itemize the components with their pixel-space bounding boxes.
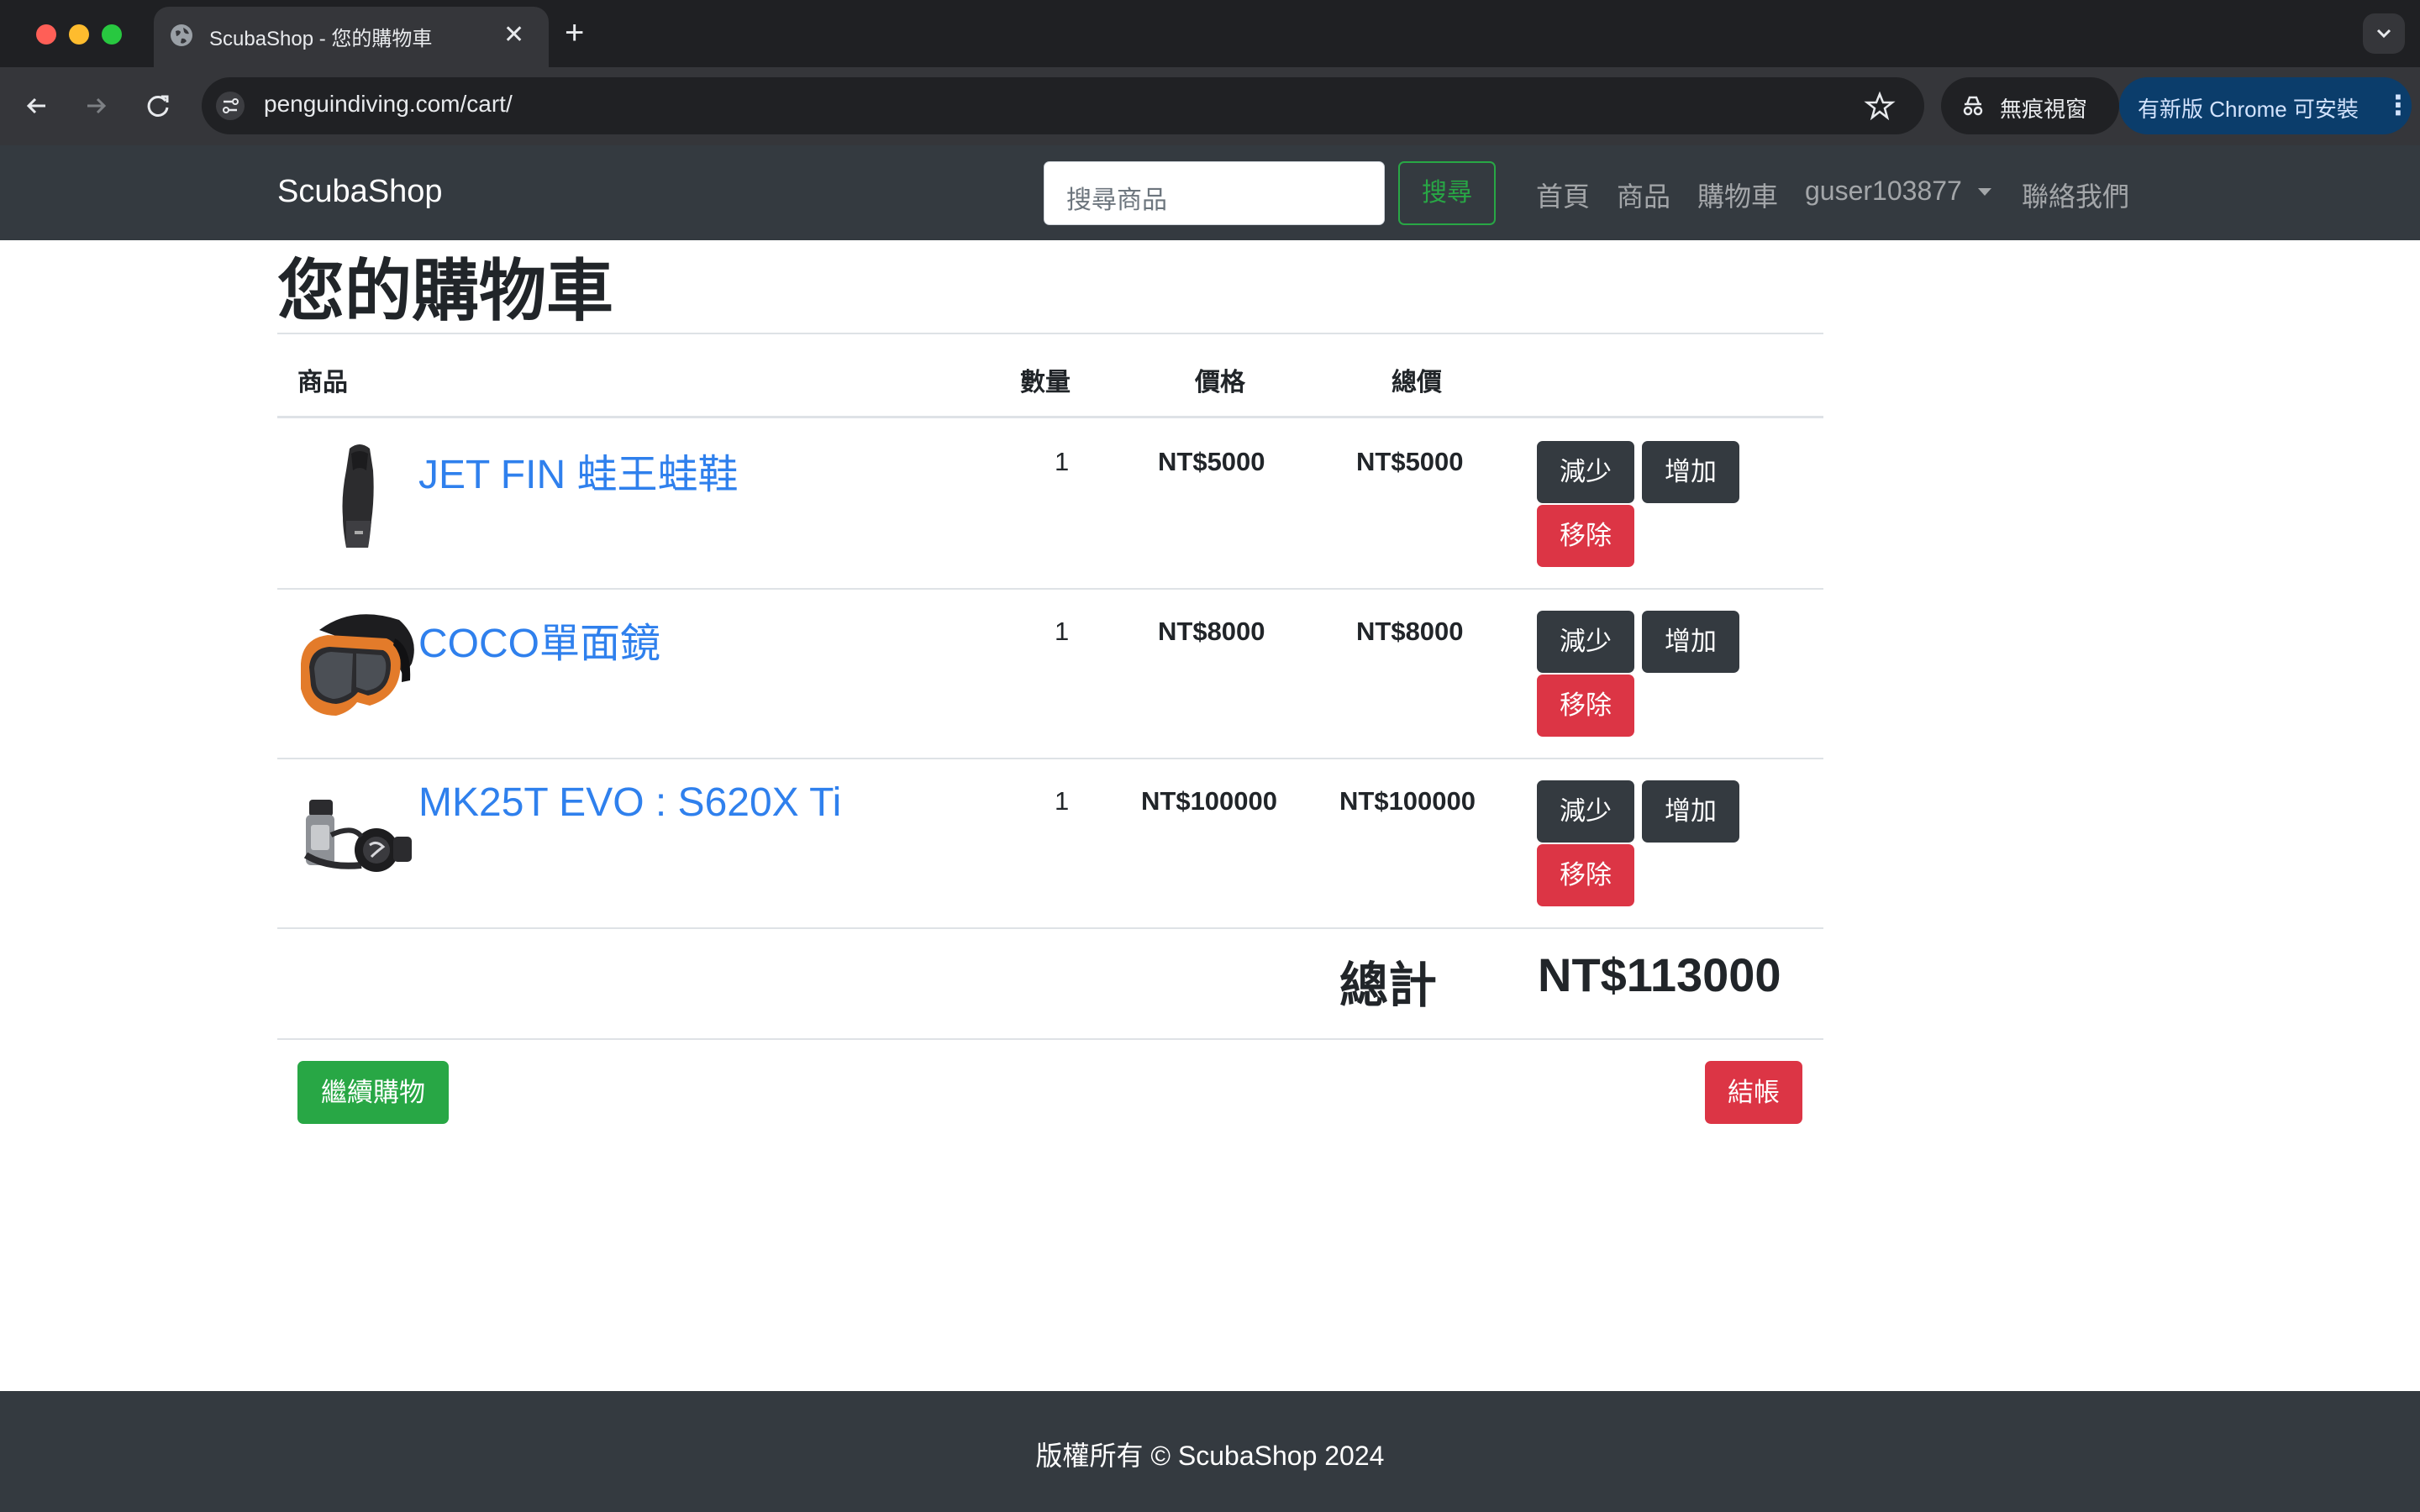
row-divider	[277, 927, 1823, 929]
window-minimize-button[interactable]	[69, 24, 89, 45]
forward-arrow-icon[interactable]	[77, 87, 114, 124]
price-value: NT$5000	[1158, 447, 1265, 476]
window-close-button[interactable]	[36, 24, 56, 45]
tab-search-button[interactable]	[2363, 13, 2405, 54]
tab-strip: ScubaShop - 您的購物車 ✕ +	[0, 0, 2420, 67]
decrease-button[interactable]: 減少	[1537, 441, 1634, 503]
url-text: penguindiving.com/cart/	[264, 91, 513, 117]
header-price: 價格	[1195, 369, 1245, 396]
total-value: NT$113000	[1538, 948, 1781, 1001]
total-divider	[277, 1038, 1823, 1040]
dropdown-caret-icon[interactable]	[1978, 188, 1991, 196]
remove-button[interactable]: 移除	[1537, 844, 1634, 906]
quantity-value: 1	[1055, 447, 1070, 476]
quantity-value: 1	[1055, 786, 1070, 816]
globe-icon	[171, 24, 192, 46]
row-divider	[277, 588, 1823, 590]
price-value: NT$100000	[1141, 786, 1278, 816]
fin-image[interactable]	[294, 437, 420, 563]
address-bar[interactable]: penguindiving.com/cart/	[202, 77, 1924, 134]
table-top-border	[277, 333, 1823, 334]
header-subtotal: 總價	[1392, 369, 1442, 396]
total-label: 總計	[1339, 958, 1438, 1013]
increase-button[interactable]: 增加	[1642, 441, 1739, 503]
search-button[interactable]: 搜尋	[1398, 161, 1496, 225]
page-title: 您的購物車	[277, 254, 613, 328]
price-value: NT$8000	[1158, 617, 1265, 646]
tab-title: ScubaShop - 您的購物車	[209, 28, 433, 50]
continue-shopping-button[interactable]: 繼續購物	[297, 1061, 449, 1124]
quantity-value: 1	[1055, 617, 1070, 646]
reload-icon[interactable]	[139, 87, 176, 124]
nav-link-products[interactable]: 商品	[1617, 176, 1670, 214]
browser-toolbar: penguindiving.com/cart/ 無痕視窗 有新版 Chrome …	[0, 67, 2420, 145]
incognito-indicator[interactable]: 無痕視窗	[1941, 77, 2119, 134]
row-divider	[277, 758, 1823, 759]
nav-link-contact[interactable]: 聯絡我們	[2022, 176, 2129, 214]
regulator-image[interactable]	[294, 774, 420, 900]
plus-icon[interactable]: +	[565, 12, 584, 54]
incognito-label: 無痕視窗	[2000, 97, 2088, 122]
site-navbar: ScubaShop 搜尋商品 搜尋 首頁 商品 購物車 guser103877 …	[0, 145, 2420, 240]
header-product: 商品	[297, 369, 348, 396]
decrease-button[interactable]: 減少	[1537, 780, 1634, 843]
browser-tab[interactable]: ScubaShop - 您的購物車 ✕	[154, 7, 549, 67]
site-info-icon[interactable]	[215, 91, 245, 121]
browser-chrome: ScubaShop - 您的購物車 ✕ + penguindiving.com/…	[0, 0, 2420, 145]
user-dropdown[interactable]: guser103877	[1805, 176, 1962, 207]
nav-link-home[interactable]: 首頁	[1536, 176, 1590, 214]
header-quantity: 數量	[1020, 369, 1071, 396]
subtotal-value: NT$8000	[1356, 617, 1464, 646]
update-label: 有新版 Chrome 可安裝	[2138, 97, 2359, 122]
back-arrow-icon[interactable]	[18, 87, 55, 124]
search-placeholder: 搜尋商品	[1066, 186, 1167, 214]
table-header-border	[277, 416, 1823, 418]
chevron-down-icon	[2376, 29, 2391, 39]
decrease-button[interactable]: 減少	[1537, 611, 1634, 673]
product-link[interactable]: COCO單面鏡	[418, 610, 660, 669]
subtotal-value: NT$100000	[1339, 786, 1476, 816]
remove-button[interactable]: 移除	[1537, 505, 1634, 567]
checkout-button[interactable]: 結帳	[1705, 1061, 1802, 1124]
product-link[interactable]: MK25T EVO : S620X Ti	[418, 780, 841, 826]
mask-image[interactable]	[294, 605, 420, 731]
close-icon[interactable]: ✕	[503, 18, 524, 52]
site-footer: 版權所有 © ScubaShop 2024	[0, 1391, 2420, 1512]
brand-link[interactable]: ScubaShop	[277, 174, 443, 210]
copyright-text: 版權所有 © ScubaShop 2024	[1035, 1441, 1385, 1471]
chrome-update-button[interactable]: 有新版 Chrome 可安裝 ⋮	[2119, 77, 2412, 134]
incognito-icon	[1963, 96, 1983, 116]
subtotal-value: NT$5000	[1356, 447, 1464, 476]
window-maximize-button[interactable]	[102, 24, 122, 45]
increase-button[interactable]: 增加	[1642, 780, 1739, 843]
nav-link-cart[interactable]: 購物車	[1697, 176, 1778, 214]
more-vert-icon[interactable]: ⋮	[2385, 89, 2412, 121]
star-icon[interactable]	[1861, 87, 1898, 124]
product-link[interactable]: JET FIN 蛙王蛙鞋	[418, 441, 738, 500]
remove-button[interactable]: 移除	[1537, 675, 1634, 737]
search-input[interactable]: 搜尋商品	[1044, 161, 1385, 225]
increase-button[interactable]: 增加	[1642, 611, 1739, 673]
